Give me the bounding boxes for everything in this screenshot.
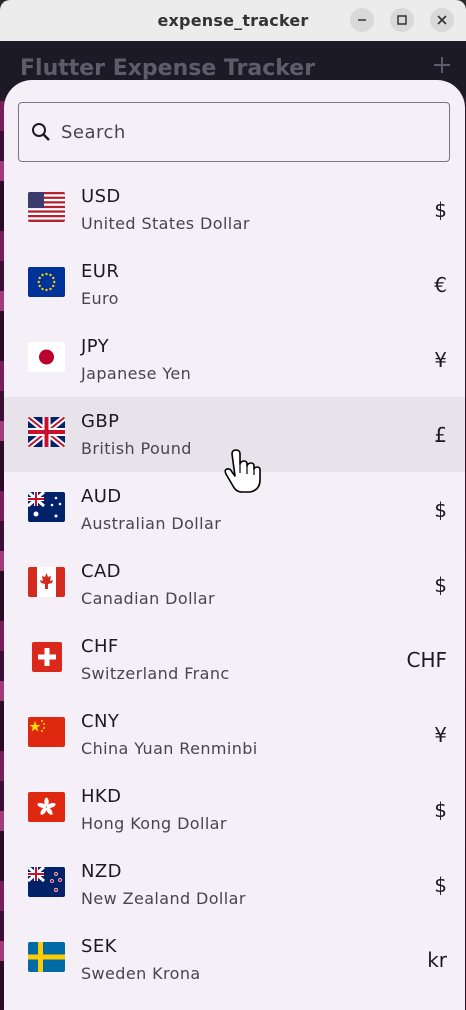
currency-code: CNY [81,711,120,732]
currency-name: Canadian Dollar [81,589,215,608]
currency-code: SEK [81,936,117,957]
currency-name: Euro [81,289,119,308]
currency-row-cad[interactable]: CAD Canadian Dollar $ [4,547,465,622]
window-title: expense_tracker [157,11,309,30]
currency-code: GBP [81,411,120,432]
currency-row-chf[interactable]: CHF Switzerland Franc CHF [4,622,465,697]
currency-symbol: $ [434,798,447,822]
currency-row-eur[interactable]: EUR Euro € [4,247,465,322]
search-icon [32,123,50,141]
currency-name: Australian Dollar [81,514,222,533]
search-placeholder: Search [61,121,126,143]
minimize-button[interactable] [350,8,374,32]
currency-row-aud[interactable]: AUD Australian Dollar $ [4,472,465,547]
currency-name: United States Dollar [81,214,250,233]
currency-name: New Zealand Dollar [81,889,246,908]
ch-flag-icon [32,642,62,672]
currency-code: CHF [81,636,119,657]
maximize-button[interactable] [390,8,414,32]
currency-code: NZD [81,861,122,882]
minimize-icon [358,19,366,21]
currency-row-jpy[interactable]: JPY Japanese Yen ¥ [4,322,465,397]
currency-symbol: $ [434,873,447,897]
us-flag-icon [28,192,65,222]
currency-symbol: ¥ [434,723,447,747]
ca-flag-icon [28,567,65,597]
currency-picker-sheet: Search USD United States Dollar $ EUR Eu… [4,80,465,1010]
currency-code: CAD [81,561,121,582]
currency-symbol: € [434,273,447,297]
gb-flag-icon [28,417,65,447]
close-icon [437,15,447,25]
currency-symbol: $ [434,573,447,597]
currency-symbol: kr [427,948,447,972]
hk-flag-icon [28,792,65,822]
currency-name: Japanese Yen [81,364,192,383]
add-icon[interactable] [430,53,454,77]
nz-flag-icon [28,867,65,897]
app-title: Flutter Expense Tracker [20,56,316,81]
cn-flag-icon [28,717,65,747]
currency-symbol: £ [434,423,447,447]
eu-flag-icon [28,267,65,297]
currency-row-sek[interactable]: SEK Sweden Krona kr [4,922,465,997]
currency-code: USD [81,186,121,207]
currency-code: JPY [81,336,109,357]
close-button[interactable] [430,8,454,32]
window-titlebar: expense_tracker [0,0,466,41]
currency-symbol: CHF [406,648,447,672]
currency-row-cny[interactable]: CNY China Yuan Renminbi ¥ [4,697,465,772]
currency-name: China Yuan Renminbi [81,739,258,758]
currency-symbol: $ [434,198,447,222]
currency-code: HKD [81,786,122,807]
currency-name: Hong Kong Dollar [81,814,227,833]
currency-name: British Pound [81,439,192,458]
currency-symbol: $ [434,498,447,522]
au-flag-icon [28,492,65,522]
currency-code: AUD [81,486,122,507]
currency-list: USD United States Dollar $ EUR Euro € JP… [4,172,465,997]
currency-row-usd[interactable]: USD United States Dollar $ [4,172,465,247]
currency-row-gbp[interactable]: GBP British Pound £ [4,397,465,472]
currency-row-nzd[interactable]: NZD New Zealand Dollar $ [4,847,465,922]
currency-symbol: ¥ [434,348,447,372]
currency-name: Sweden Krona [81,964,201,983]
currency-row-hkd[interactable]: HKD Hong Kong Dollar $ [4,772,465,847]
search-input[interactable]: Search [18,102,450,162]
currency-code: EUR [81,261,120,282]
jp-flag-icon [28,342,65,372]
se-flag-icon [28,942,65,972]
maximize-icon [397,15,407,25]
currency-name: Switzerland Franc [81,664,230,683]
